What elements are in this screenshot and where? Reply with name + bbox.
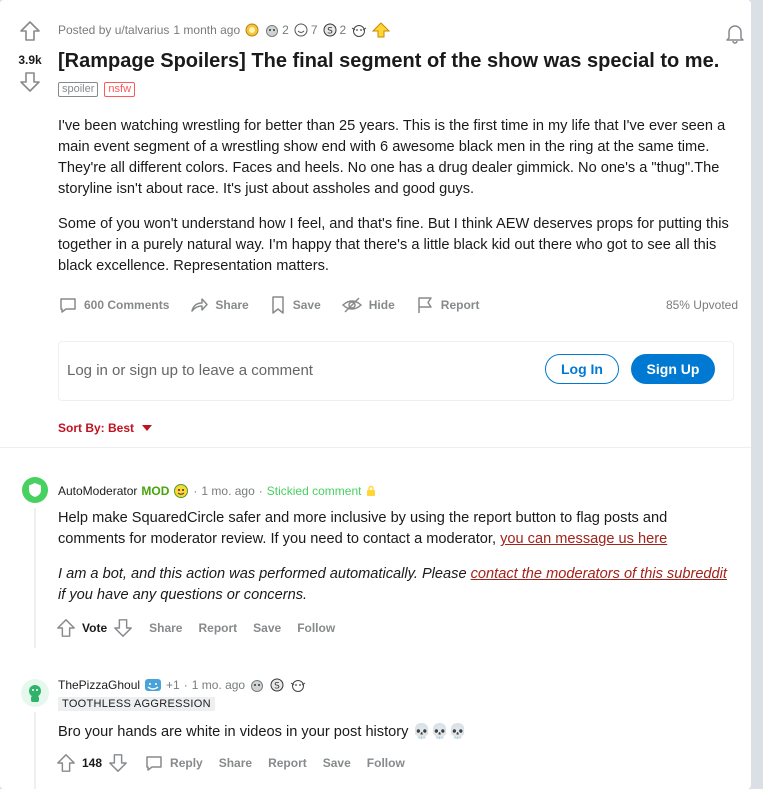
post-score: 3.9k — [18, 53, 42, 67]
spoiler-flair: spoiler — [58, 82, 99, 97]
downvote-icon[interactable] — [108, 753, 128, 773]
comment-meta: AutoModerator MOD · 1 mo. ago · Stickied… — [58, 483, 377, 499]
post-body-paragraph: I've been watching wrestling for better … — [58, 118, 726, 197]
report-button[interactable]: Report — [268, 756, 307, 770]
bookmark-icon — [271, 296, 284, 314]
share-button[interactable]: Share — [149, 621, 182, 635]
comment-meta: ThePizzaGhoul +1 · 1 mo. ago S — [58, 677, 307, 693]
flair-emoji-icon — [145, 679, 162, 691]
bell-icon[interactable] — [724, 22, 746, 44]
svg-text:S: S — [327, 27, 333, 37]
comment-login-box: Log in or sign up to leave a comment Log… — [58, 341, 734, 401]
post-actions: 600 Comments Share Save Hide Report 85% … — [58, 292, 738, 318]
comment-author[interactable]: AutoModerator — [58, 484, 137, 498]
mod-badge: MOD — [141, 484, 170, 498]
wholesome-award-icon[interactable]: 2 — [264, 22, 289, 38]
login-prompt-text: Log in or sign up to leave a comment — [67, 362, 313, 379]
gold-award-icon[interactable] — [244, 22, 260, 38]
comment-score: 148 — [82, 756, 103, 770]
upvote-award-icon[interactable] — [372, 22, 391, 38]
hide-icon — [341, 297, 362, 313]
save-button[interactable]: Save — [323, 756, 351, 770]
report-button[interactable]: Report — [415, 295, 479, 315]
hugz-award-icon[interactable] — [350, 22, 368, 38]
stickied-label: Stickied comment — [266, 484, 362, 498]
upvote-icon[interactable] — [56, 618, 76, 638]
comment-actions: Vote Share Report Save Follow — [56, 618, 335, 638]
save-button[interactable]: Save — [253, 621, 281, 635]
message-moderators-link[interactable]: you can message us here — [500, 531, 667, 547]
post-flairs: spoiler nsfw — [58, 82, 136, 97]
share-button[interactable]: Share — [219, 756, 252, 770]
save-button[interactable]: Save — [269, 295, 321, 315]
hugz-award-icon — [290, 680, 306, 692]
report-button[interactable]: Report — [198, 621, 237, 635]
silver-coin-award-icon: S — [270, 678, 284, 692]
contact-moderators-link[interactable]: contact the moderators of this subreddit — [471, 566, 727, 582]
comment-time[interactable]: 1 mo. ago — [201, 484, 254, 498]
downvote-icon[interactable] — [14, 71, 46, 93]
flair-count: +1 — [166, 678, 180, 692]
follow-button[interactable]: Follow — [297, 621, 335, 635]
posted-by[interactable]: Posted by u/talvarius — [58, 23, 169, 37]
post-title[interactable]: [Rampage Spoilers] The final segment of … — [58, 48, 719, 74]
wholesome-award-icon — [251, 680, 264, 692]
vote-label: Vote — [82, 621, 108, 635]
bot-note: I am a bot, and this action was performe… — [58, 566, 727, 603]
avatar[interactable] — [21, 679, 49, 707]
downvote-icon[interactable] — [113, 618, 133, 638]
flair-emoji-icon — [174, 484, 189, 498]
comment-actions: 148 Reply Share Report Save Follow — [56, 753, 405, 773]
thread-line[interactable] — [34, 712, 36, 789]
shield-icon — [29, 483, 41, 497]
thread-line[interactable] — [34, 508, 36, 648]
caret-down-icon — [142, 425, 153, 431]
share-icon — [191, 298, 209, 312]
comment-body: Bro your hands are white in videos in yo… — [58, 723, 468, 740]
flag-icon — [418, 297, 432, 313]
reply-button[interactable]: Reply — [144, 753, 203, 773]
helpful-award-icon[interactable]: 7 — [293, 22, 318, 38]
share-button[interactable]: Share — [189, 295, 249, 315]
sort-dropdown[interactable]: Sort By: Best — [58, 421, 153, 435]
hide-button[interactable]: Hide — [341, 295, 395, 315]
silver-coin-award-icon[interactable]: S 2 — [322, 22, 346, 38]
svg-text:S: S — [274, 682, 280, 692]
user-flair: TOOTHLESS AGGRESSION — [58, 697, 215, 711]
divider — [0, 447, 751, 448]
comment-time[interactable]: 1 mo. ago — [192, 678, 245, 692]
avatar[interactable] — [22, 477, 48, 503]
post-meta: Posted by u/talvarius 1 month ago 2 7 S … — [58, 22, 391, 38]
comment-icon — [146, 756, 162, 771]
post-time[interactable]: 1 month ago — [173, 23, 240, 37]
comments-button[interactable]: 600 Comments — [58, 295, 169, 315]
post-body-paragraph: Some of you won't understand how I feel,… — [58, 216, 729, 274]
nsfw-flair: nsfw — [104, 82, 136, 97]
sort-label: Sort By: Best — [58, 421, 135, 435]
snoo-avatar-icon — [29, 685, 41, 702]
upvote-ratio: 85% Upvoted — [665, 298, 738, 312]
skull-emoji: 💀💀💀 — [412, 723, 468, 740]
upvote-icon[interactable] — [56, 753, 76, 773]
comment-author[interactable]: ThePizzaGhoul — [58, 678, 140, 692]
follow-button[interactable]: Follow — [367, 756, 405, 770]
post-card: 3.9k Posted by u/talvarius 1 month ago 2… — [0, 0, 751, 789]
comment-body: Help make SquaredCircle safer and more i… — [58, 510, 668, 547]
comment-icon — [60, 298, 76, 313]
vote-column: 3.9k — [14, 20, 46, 98]
log-in-button[interactable]: Log In — [545, 354, 619, 384]
lock-icon — [367, 485, 376, 496]
sign-up-button[interactable]: Sign Up — [631, 354, 715, 384]
upvote-icon[interactable] — [14, 20, 46, 42]
